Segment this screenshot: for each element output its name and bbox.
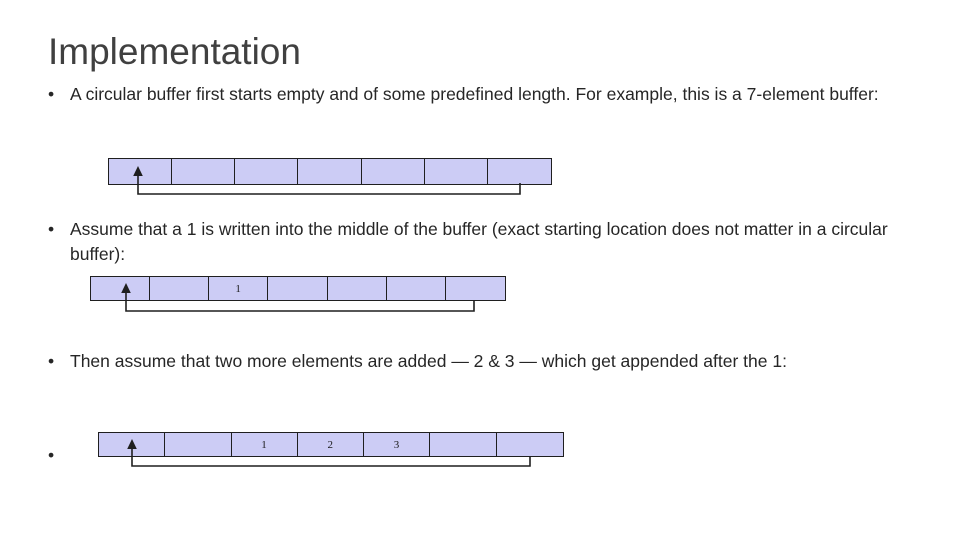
bullet-marker: • [48,351,55,371]
empty-buffer-diagram [108,158,552,195]
bullet-text: Then assume that two more elements are a… [70,351,787,371]
bullet-item-3: • Then assume that two more elements are… [48,349,918,374]
bullet-item-2: • Assume that a 1 is written into the mi… [48,217,918,268]
bullet-marker: • [48,219,55,239]
buffer-with-three-elements-diagram: 1 2 3 [98,432,564,467]
wrap-around-arrow-icon [133,166,521,195]
bullet-text: Assume that a 1 is written into the midd… [70,219,888,265]
wrap-around-arrow-icon [121,283,475,312]
buffer-with-one-element-diagram: 1 [90,276,506,312]
wrap-around-arrow-icon [127,439,531,467]
page-title: Implementation [48,31,301,72]
bullet-text: A circular buffer first starts empty and… [70,84,879,104]
bullet-marker: • [48,84,55,104]
slide: Implementation • A circular buffer first… [0,0,960,540]
bullet-marker: • [48,445,55,465]
bullet-item-1: • A circular buffer first starts empty a… [48,82,908,107]
